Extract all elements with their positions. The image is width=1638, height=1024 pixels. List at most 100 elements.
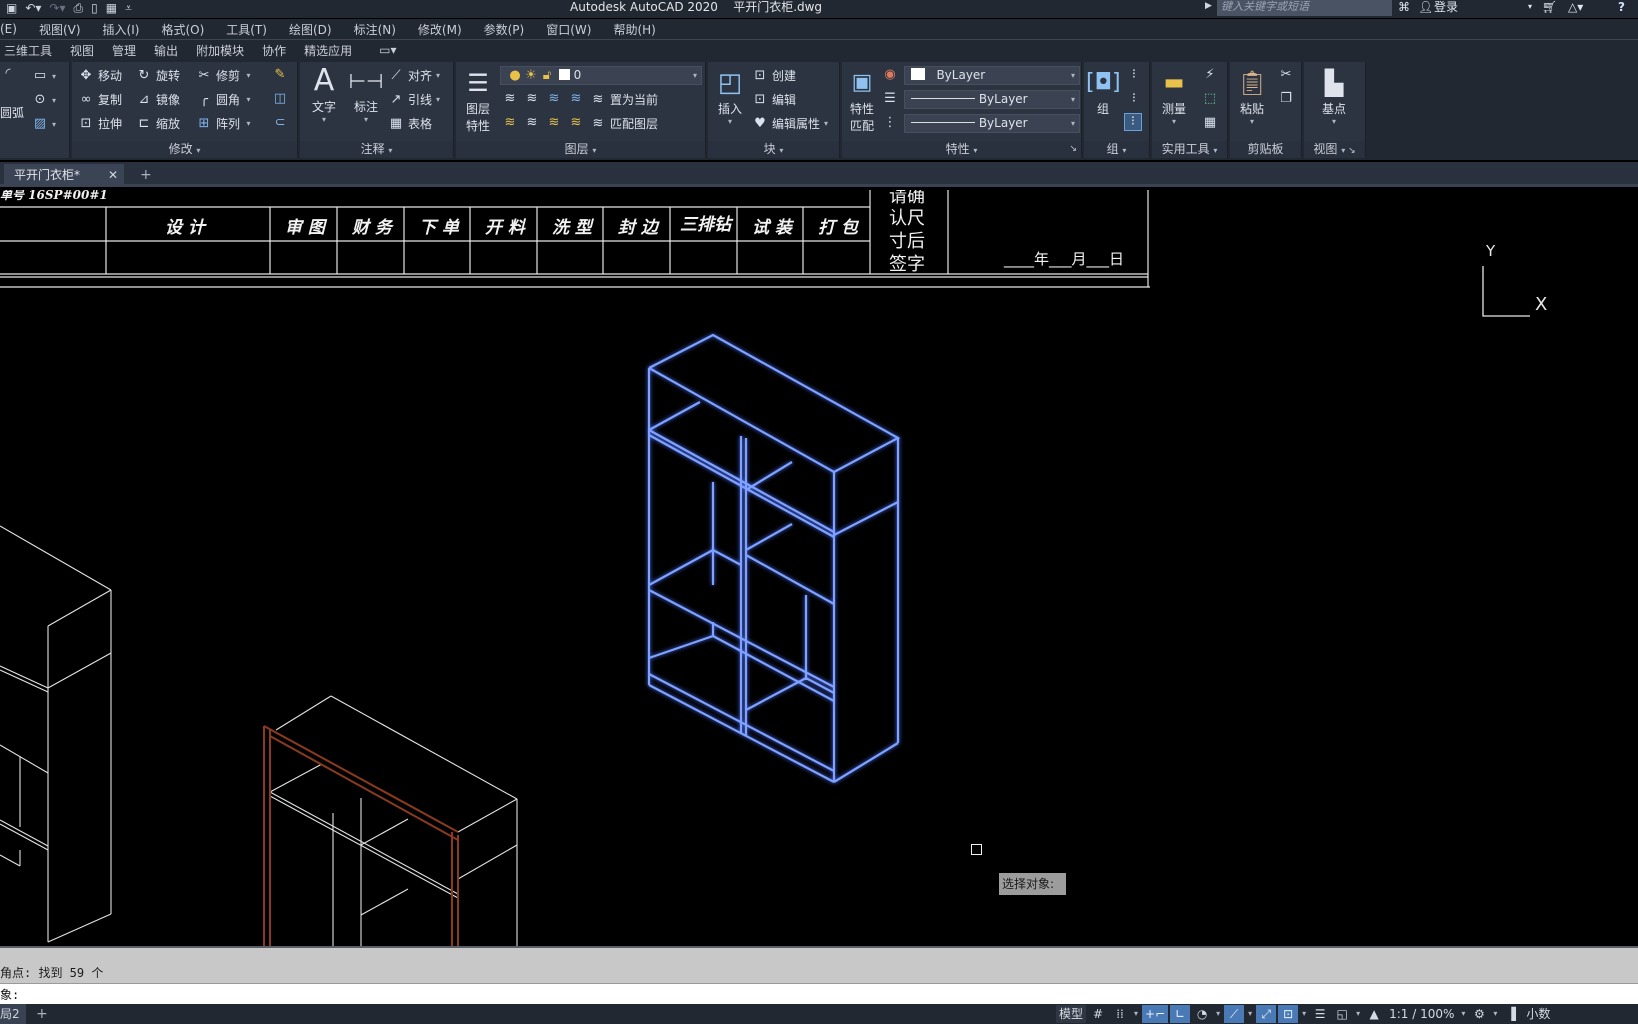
lineweight-dropdown[interactable]: ByLayer ▾ <box>904 90 1080 109</box>
dialog-launcher-icon[interactable]: ↘ <box>1069 141 1077 157</box>
paste-button[interactable]: 📋︎ 粘贴 ▾ <box>1234 66 1270 126</box>
model-space-button[interactable]: 模型 <box>1056 1005 1087 1023</box>
trim-button[interactable]: ✂ 修剪 ▾ <box>196 67 251 84</box>
user-icon[interactable]: 👤︎ <box>1418 0 1433 14</box>
set-current-button[interactable]: ≋ 置为当前 <box>590 91 658 108</box>
align-dim-button[interactable]: ⟋ 对齐 ▾ <box>388 67 440 84</box>
tab-featured-apps[interactable]: 精选应用 <box>295 42 361 59</box>
linetype-icon[interactable]: ⋮ <box>882 115 898 131</box>
snap-dropdown-icon[interactable]: ▾ <box>1132 1005 1140 1023</box>
grid-toggle[interactable]: # <box>1088 1005 1108 1023</box>
ellipse-button[interactable]: ⊙ ▾ <box>32 92 56 108</box>
customize-dropdown-icon[interactable]: ⩡ <box>125 1 132 15</box>
create-block-button[interactable]: ⊡ 创建 <box>752 67 796 84</box>
menu-view[interactable]: 视图(V) <box>28 21 92 38</box>
lineweight-toggle[interactable]: ☰ <box>1310 1005 1330 1023</box>
erase-button[interactable]: ✎ <box>272 67 288 83</box>
expand-search-icon[interactable]: ▶ <box>1205 1 1212 11</box>
infer-constraints-toggle[interactable]: +⌐ <box>1142 1005 1169 1023</box>
sign-in-button[interactable]: 登录 <box>1434 0 1458 14</box>
table-button[interactable]: ▦ 表格 <box>388 115 432 132</box>
transparency-toggle[interactable]: ◱ <box>1332 1005 1352 1023</box>
menu-edit[interactable]: (E) <box>0 22 28 36</box>
ungroup-button[interactable]: ⁝ <box>1126 67 1142 83</box>
edit-block-button[interactable]: ⊡ 编辑 <box>752 91 796 108</box>
command-input[interactable]: 象: <box>0 983 1638 1004</box>
redo-icon[interactable]: ↷▾ <box>49 1 65 15</box>
arc-button[interactable]: 圆弧 <box>0 104 24 121</box>
add-layout-button[interactable]: + <box>36 1004 48 1024</box>
sign-in-dropdown-icon[interactable]: ▾ <box>1528 0 1532 14</box>
menu-window[interactable]: 窗口(W) <box>535 21 602 38</box>
undo-icon[interactable]: ↶▾ <box>25 1 41 15</box>
text-button[interactable]: A 文字 ▾ <box>306 64 342 125</box>
ribbon-display-toggle-icon[interactable]: ▭▾ <box>361 43 405 57</box>
tab-collaborate[interactable]: 协作 <box>253 42 295 59</box>
workspace-gear-icon[interactable]: ⚙ <box>1469 1005 1489 1023</box>
offset-button[interactable]: ⊂ <box>272 115 288 131</box>
menu-format[interactable]: 格式(O) <box>150 21 215 38</box>
object-snap-toggle[interactable]: ⊡ <box>1278 1005 1299 1023</box>
match-properties-button[interactable]: ▣ 特性 匹配 <box>844 66 880 134</box>
layer-isolate-button[interactable]: ≋ <box>524 91 540 107</box>
copy-button[interactable]: ∞ 复制 <box>78 91 122 108</box>
layer-unlock-button[interactable]: ≋ <box>568 115 584 131</box>
layer-lock-button[interactable]: ≋ <box>568 91 584 107</box>
menu-dimension[interactable]: 标注(N) <box>343 21 407 38</box>
layer-unisolate-button[interactable]: ≋ <box>524 115 540 131</box>
units-icon[interactable]: ▐ <box>1501 1005 1521 1023</box>
insert-block-button[interactable]: ◰ 插入 ▾ <box>712 66 748 126</box>
layout-tab[interactable]: 局2 <box>0 1004 26 1024</box>
isodraft-toggle[interactable]: ⟋ <box>1224 1005 1245 1023</box>
snap-toggle[interactable]: ⁞⁞ <box>1110 1005 1130 1023</box>
cart-icon[interactable]: 🛒︎ <box>1542 0 1557 14</box>
group-button[interactable]: [◘] 组 <box>1086 66 1121 117</box>
panel-clipboard-title[interactable]: 剪贴板 <box>1230 141 1301 158</box>
base-view-button[interactable]: ▙ 基点 ▾ <box>1314 66 1354 126</box>
scale-dropdown-icon[interactable]: ▾ <box>1459 1005 1467 1023</box>
cut-button[interactable]: ✂ <box>1278 67 1294 83</box>
polar-tracking-toggle[interactable]: ◔ <box>1192 1005 1212 1023</box>
move-button[interactable]: ✥ 移动 <box>78 67 122 84</box>
panel-block-title[interactable]: 块 ▾ <box>708 141 839 158</box>
quickcalc-button[interactable]: ▦ <box>1202 115 1218 131</box>
osnap-dropdown-icon[interactable]: ▾ <box>1300 1005 1308 1023</box>
panel-properties-title[interactable]: 特性 ▾ ↘ <box>842 141 1081 158</box>
arc-icon[interactable]: ◜ <box>0 66 16 82</box>
isodraft-dropdown-icon[interactable]: ▾ <box>1246 1005 1254 1023</box>
panel-modify-title[interactable]: 修改 ▾ <box>72 141 297 158</box>
save-icon[interactable]: ▣ <box>6 1 17 15</box>
layer-off-button[interactable]: ≋ <box>502 91 518 107</box>
plot-icon[interactable]: ⎙ <box>74 1 84 15</box>
panel-utilities-title[interactable]: 实用工具 ▾ <box>1152 141 1227 158</box>
menu-draw[interactable]: 绘图(D) <box>278 21 343 38</box>
edit-attributes-button[interactable]: ♥ 编辑属性 ▾ <box>752 115 828 132</box>
fillet-button[interactable]: ╭ 圆角 ▾ <box>196 91 251 108</box>
group-edit-button[interactable]: ⁝ <box>1126 91 1142 107</box>
stretch-button[interactable]: ⊡ 拉伸 <box>78 115 122 132</box>
layer-thaw-button[interactable]: ≋ <box>546 115 562 131</box>
tab-view[interactable]: 视图 <box>61 42 103 59</box>
panel-layers-title[interactable]: 图层 ▾ <box>456 141 705 158</box>
select-all-button[interactable]: ⬚ <box>1202 91 1218 107</box>
workspace-dropdown-icon[interactable]: ▾ <box>1491 1005 1499 1023</box>
measure-button[interactable]: ▬ 测量 ▾ <box>1156 66 1192 126</box>
linetype-dropdown[interactable]: ByLayer ▾ <box>904 114 1080 133</box>
menu-insert[interactable]: 插入(I) <box>92 21 151 38</box>
annotation-scale[interactable]: 1:1 / 100% <box>1386 1005 1457 1023</box>
color-dropdown[interactable]: ByLayer ▾ <box>904 66 1080 85</box>
hatch-button[interactable]: ▨ ▾ <box>32 116 56 132</box>
dialog-launcher-icon[interactable]: ↘ <box>1345 146 1356 156</box>
menu-modify[interactable]: 修改(M) <box>407 21 473 38</box>
leader-button[interactable]: ↗ 引线 ▾ <box>388 91 440 108</box>
document-tab[interactable]: 平开门衣柜* ✕ <box>4 164 124 186</box>
menu-help[interactable]: 帮助(H) <box>602 21 666 38</box>
tab-3d-tools[interactable]: 三维工具 <box>0 42 61 59</box>
layer-dropdown[interactable]: ● ☀ 🔓︎ 0 ▾ <box>500 66 702 85</box>
group-selection-toggle[interactable]: ⁝ <box>1124 113 1142 131</box>
help-icon[interactable]: ? <box>1618 0 1625 14</box>
search-input[interactable]: 键入关键字或短语 <box>1217 0 1392 16</box>
drawing-canvas[interactable]: 单号 16SP#00#1 设 计 审 图 财 务 下 单 开 料 洗 型 封 边… <box>0 190 1638 946</box>
transparency-dropdown-icon[interactable]: ▾ <box>1354 1005 1362 1023</box>
dimension-button[interactable]: ⊢⊣ 标注 ▾ <box>348 64 384 124</box>
